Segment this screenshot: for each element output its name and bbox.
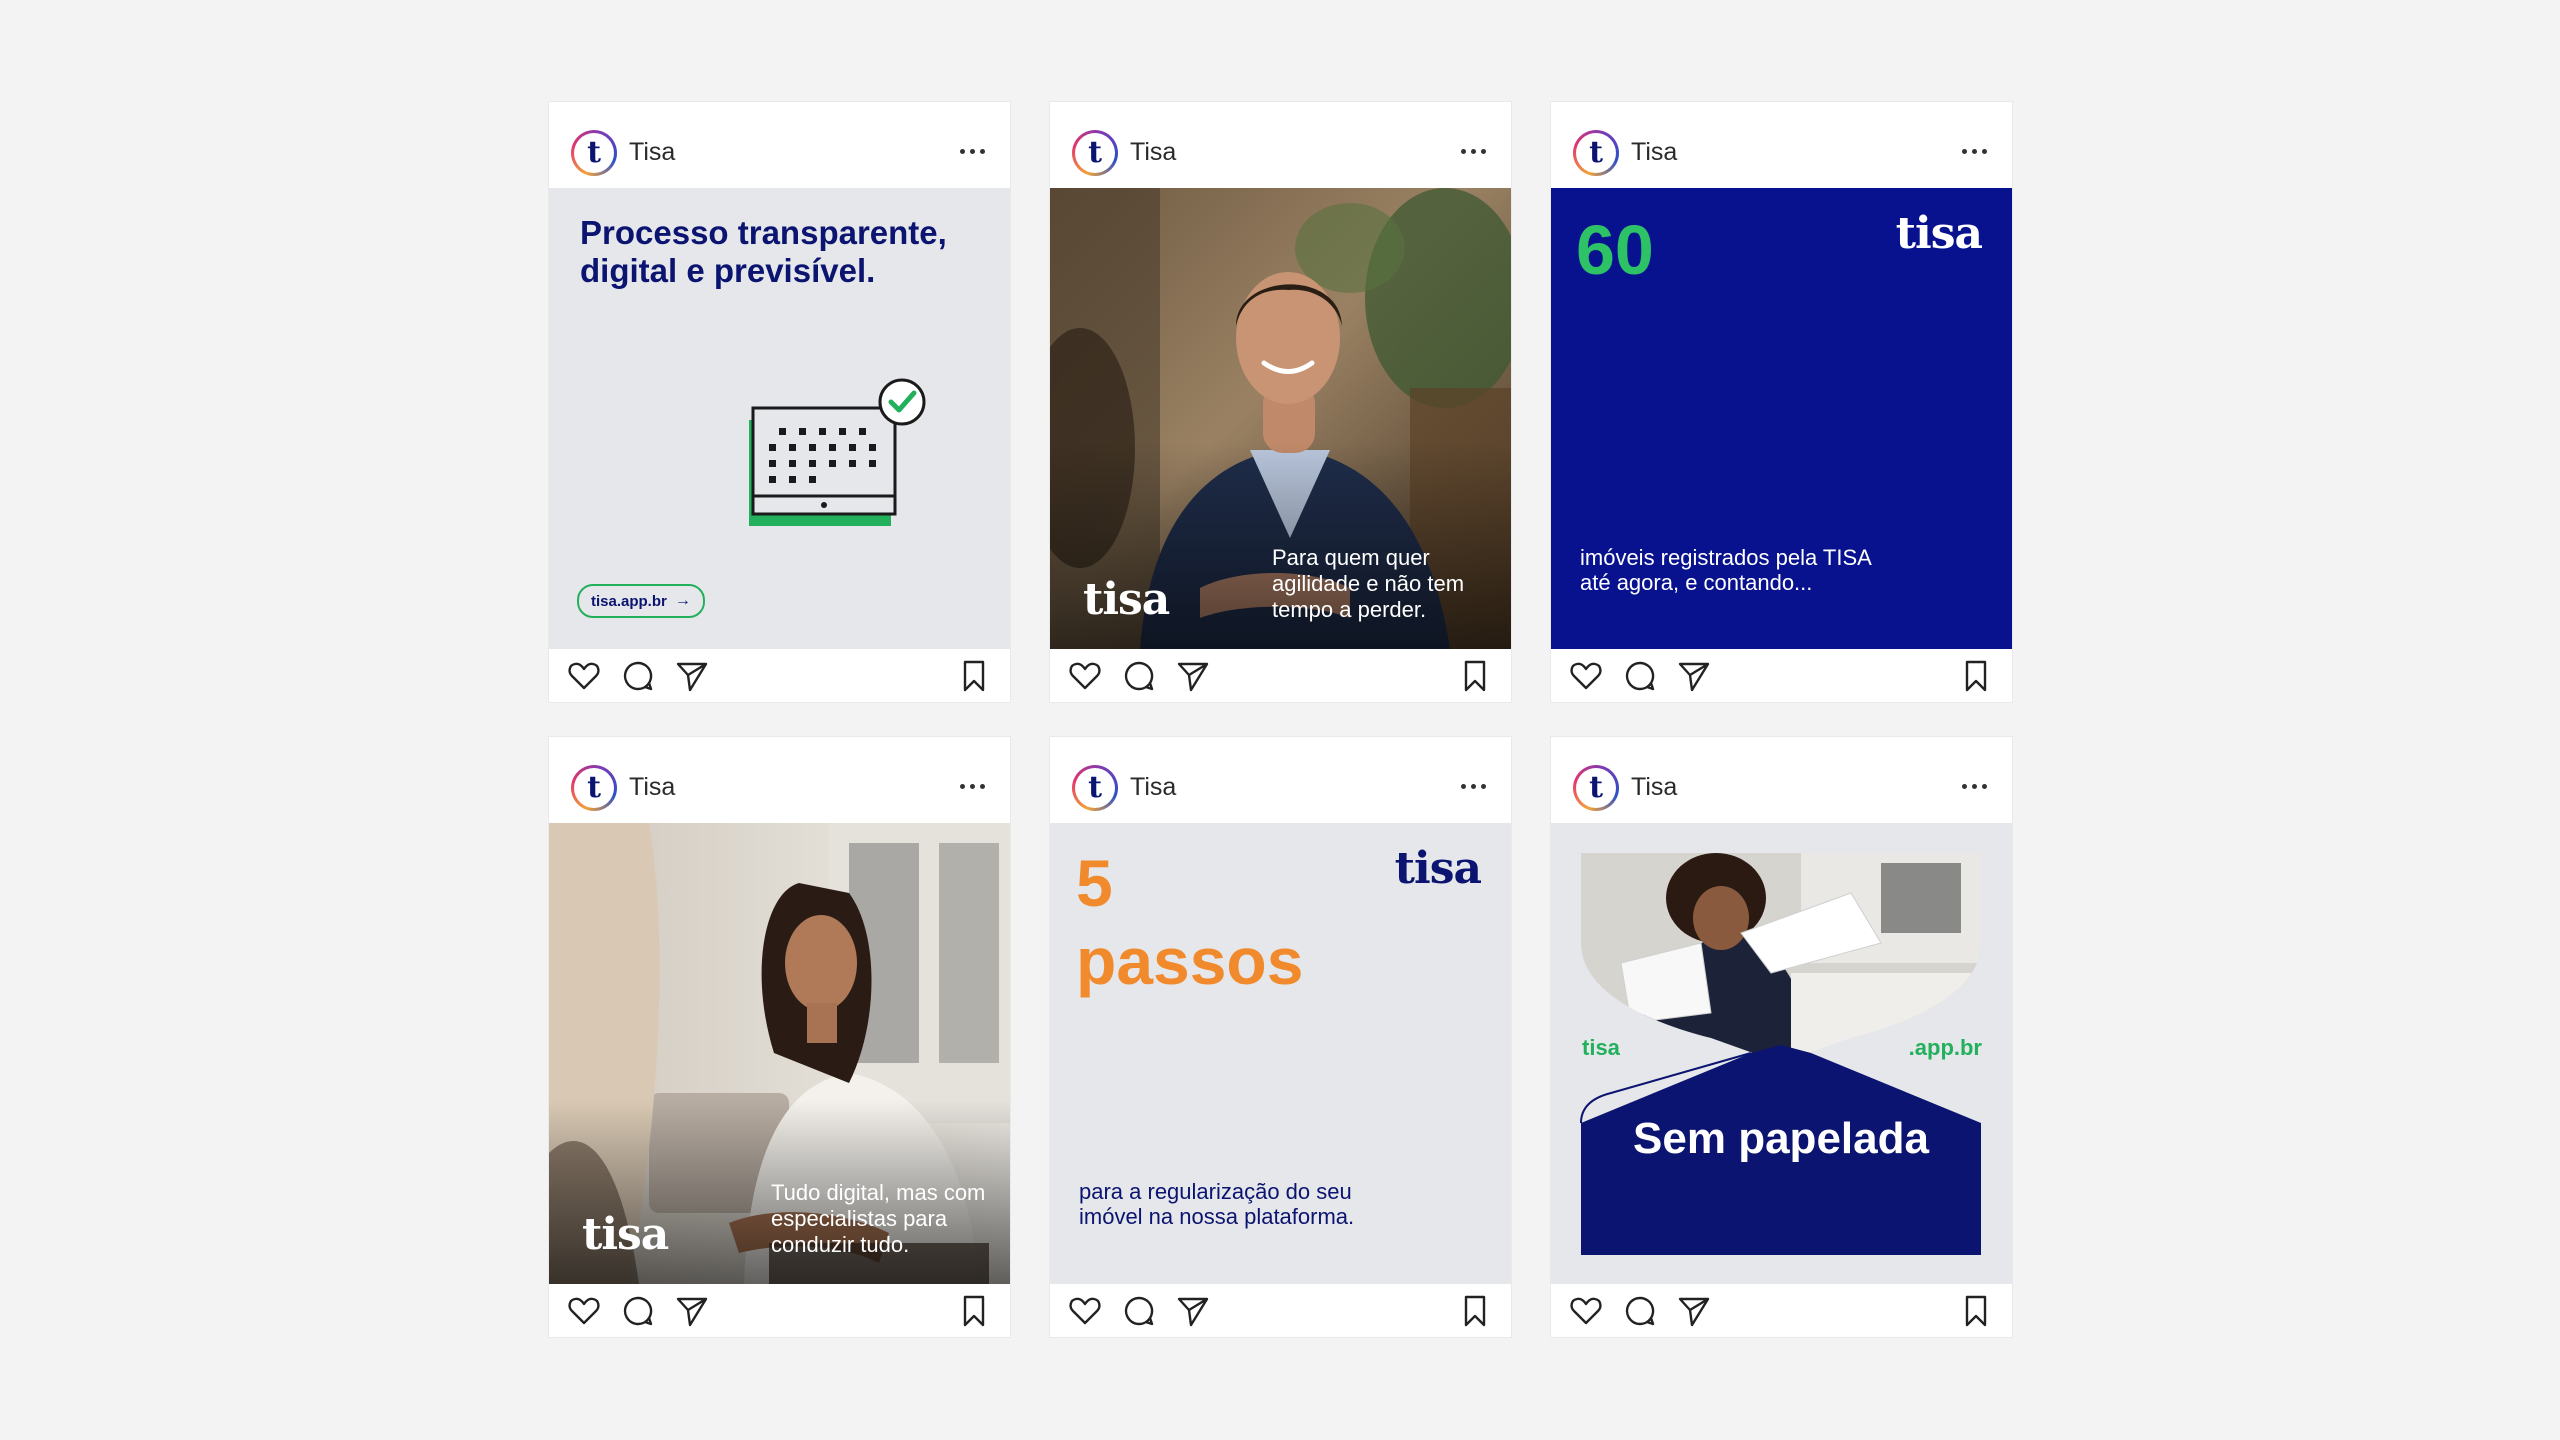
send-icon[interactable]: [675, 1294, 709, 1328]
action-bar: [549, 649, 1010, 702]
post-card: t Tisa: [549, 737, 1010, 1337]
post-image: 5 passos tisa para a regularização do se…: [1050, 823, 1511, 1284]
post-headline: Processo transparente, digital e previsí…: [580, 214, 947, 289]
post-headline: Sem papelada: [1633, 1114, 1929, 1163]
action-bar: [1050, 1284, 1511, 1337]
url-label: tisa.app.br: [591, 592, 667, 610]
heart-icon[interactable]: [567, 1294, 601, 1328]
post-caption: Tudo digital, mas com especialistas para…: [771, 1180, 986, 1257]
comment-icon[interactable]: [621, 1294, 655, 1328]
post-caption: Para quem quer agilidade e não tem tempo…: [1272, 545, 1465, 622]
account-name[interactable]: Tisa: [629, 773, 675, 802]
url-link[interactable]: tisa.app.br →: [577, 584, 705, 618]
avatar[interactable]: t: [571, 765, 617, 811]
heart-icon[interactable]: [1569, 1294, 1603, 1328]
post-header: t Tisa: [549, 102, 1010, 188]
tisa-wordmark: tisa: [1394, 843, 1482, 894]
avatar[interactable]: t: [571, 130, 617, 176]
account-name[interactable]: Tisa: [1631, 138, 1677, 167]
stat-number: 60: [1576, 211, 1654, 289]
post-card: t Tisa Processo transparente, digital e …: [549, 102, 1010, 702]
account-name[interactable]: Tisa: [629, 138, 675, 167]
steps-number: 5: [1076, 846, 1113, 920]
send-icon[interactable]: [675, 659, 709, 693]
heart-icon[interactable]: [1569, 659, 1603, 693]
comment-icon[interactable]: [621, 659, 655, 693]
avatar[interactable]: t: [1573, 130, 1619, 176]
more-horizontal-icon[interactable]: [958, 773, 988, 799]
steps-description: para a regularização do seu imóvel na no…: [1079, 1179, 1355, 1229]
account-name[interactable]: Tisa: [1130, 138, 1176, 167]
bookmark-icon[interactable]: [1959, 1294, 1993, 1328]
post-card: t Tisa 5 passos tisa para a regularizaçã…: [1050, 737, 1511, 1337]
more-horizontal-icon[interactable]: [1459, 138, 1489, 164]
post-card: t Tisa 60 tisa imóveis registrados pela …: [1551, 102, 2012, 702]
arrow-right-icon: →: [674, 592, 691, 609]
post-header: t Tisa: [1551, 737, 2012, 823]
send-icon[interactable]: [1677, 1294, 1711, 1328]
tisa-wordmark: tisa: [1083, 574, 1170, 625]
action-bar: [1551, 649, 2012, 702]
action-bar: [1050, 649, 1511, 702]
post-header: t Tisa: [549, 737, 1010, 823]
avatar-letter: t: [1576, 768, 1616, 808]
post-image: 60 tisa imóveis registrados pela TISA at…: [1551, 188, 2012, 649]
bookmark-icon[interactable]: [957, 659, 991, 693]
post-image: Processo transparente, digital e previsí…: [549, 188, 1010, 649]
avatar-letter: t: [1075, 768, 1115, 808]
more-horizontal-icon[interactable]: [1459, 773, 1489, 799]
heart-icon[interactable]: [1068, 659, 1102, 693]
account-name[interactable]: Tisa: [1631, 773, 1677, 802]
post-image: tisa .app.br Sem papelada: [1551, 823, 2012, 1284]
comment-icon[interactable]: [1122, 659, 1156, 693]
account-name[interactable]: Tisa: [1130, 773, 1176, 802]
bookmark-icon[interactable]: [1458, 1294, 1492, 1328]
comment-icon[interactable]: [1623, 1294, 1657, 1328]
calendar-check-icon: [749, 378, 926, 526]
avatar-letter: t: [1576, 133, 1616, 173]
steps-label: passos: [1076, 924, 1304, 998]
heart-icon[interactable]: [567, 659, 601, 693]
avatar-letter: t: [574, 133, 614, 173]
avatar-letter: t: [574, 768, 614, 808]
more-horizontal-icon[interactable]: [958, 138, 988, 164]
tisa-wordmark: tisa: [1895, 208, 1983, 259]
avatar[interactable]: t: [1072, 765, 1118, 811]
post-image: tisa Tudo digital, mas com especialistas…: [549, 823, 1010, 1284]
post-header: t Tisa: [1551, 102, 2012, 188]
tag-left: tisa: [1582, 1035, 1620, 1060]
bookmark-icon[interactable]: [1458, 659, 1492, 693]
post-header: t Tisa: [1050, 102, 1511, 188]
avatar[interactable]: t: [1072, 130, 1118, 176]
send-icon[interactable]: [1677, 659, 1711, 693]
tisa-wordmark: tisa: [582, 1209, 669, 1260]
more-horizontal-icon[interactable]: [1960, 773, 1990, 799]
bookmark-icon[interactable]: [957, 1294, 991, 1328]
post-image: tisa Para quem quer agilidade e não tem …: [1050, 188, 1511, 649]
tag-right: .app.br: [1908, 1035, 1982, 1060]
post-header: t Tisa: [1050, 737, 1511, 823]
heart-icon[interactable]: [1068, 1294, 1102, 1328]
comment-icon[interactable]: [1623, 659, 1657, 693]
send-icon[interactable]: [1176, 1294, 1210, 1328]
more-horizontal-icon[interactable]: [1960, 138, 1990, 164]
bookmark-icon[interactable]: [1959, 659, 1993, 693]
avatar-letter: t: [1075, 133, 1115, 173]
action-bar: [549, 1284, 1010, 1337]
avatar[interactable]: t: [1573, 765, 1619, 811]
stat-description: imóveis registrados pela TISA até agora,…: [1580, 545, 1871, 595]
send-icon[interactable]: [1176, 659, 1210, 693]
action-bar: [1551, 1284, 2012, 1337]
comment-icon[interactable]: [1122, 1294, 1156, 1328]
post-card: t Tisa: [1050, 102, 1511, 702]
post-card: t Tisa tisa .app.br Sem papelada: [1551, 737, 2012, 1337]
